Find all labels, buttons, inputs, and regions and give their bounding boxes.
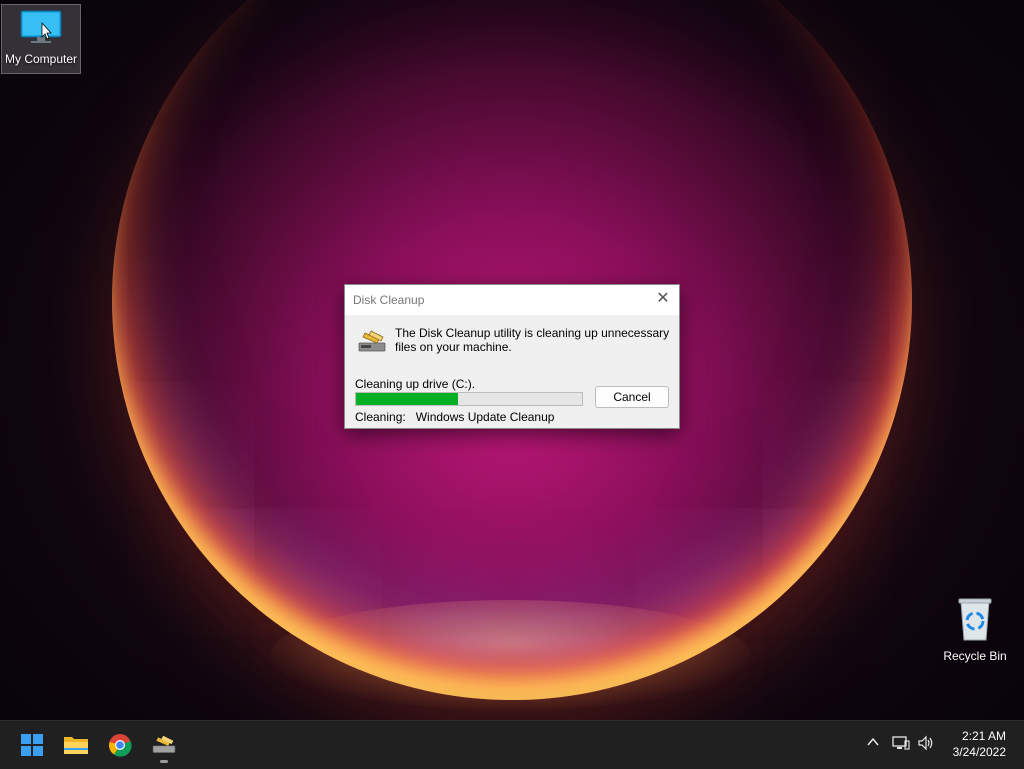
desktop-icon-my-computer[interactable]: My Computer [1, 4, 81, 74]
active-indicator [160, 760, 168, 763]
clock[interactable]: 2:21 AM 3/24/2022 [953, 728, 1006, 760]
windows-logo-icon [21, 734, 43, 756]
network-icon [892, 736, 910, 750]
clock-date: 3/24/2022 [952, 745, 1006, 759]
taskbar-disk-cleanup[interactable] [146, 727, 182, 763]
folder-icon [64, 737, 88, 754]
cleaning-item: Windows Update Cleanup [415, 410, 555, 424]
chevron-up-icon [867, 737, 879, 746]
desktop-icon-recycle-bin[interactable]: Recycle Bin [936, 596, 1014, 663]
close-icon: ✕ [656, 290, 670, 307]
clock-time: 2:21 AM [961, 729, 1006, 743]
disk-cleanup-icon [152, 735, 176, 753]
cleaning-status: Cleaning: Windows Update Cleanup [355, 410, 554, 424]
disk-cleanup-icon [358, 330, 386, 352]
dialog-title: Disk Cleanup [353, 293, 425, 307]
taskbar: 2:21 AM 3/24/2022 [0, 720, 1024, 769]
chrome-icon [108, 734, 132, 757]
taskbar-file-explorer[interactable] [58, 727, 94, 763]
desktop-icon-label: My Computer [4, 52, 78, 66]
dialog-titlebar[interactable]: Disk Cleanup ✕ [345, 285, 679, 315]
cleaning-label: Cleaning: [355, 410, 406, 424]
close-button[interactable]: ✕ [647, 285, 679, 313]
volume-button[interactable] [917, 735, 935, 754]
start-button[interactable] [14, 727, 50, 763]
recycle-bin-icon [958, 598, 992, 641]
cancel-button[interactable]: Cancel [595, 386, 669, 408]
disk-cleanup-dialog: Disk Cleanup ✕ The Disk Cleanup utility … [344, 284, 680, 429]
progress-fill [356, 393, 458, 405]
drive-label: Cleaning up drive (C:). [355, 377, 476, 391]
show-hidden-icons-button[interactable] [866, 735, 880, 752]
taskbar-chrome[interactable] [102, 727, 138, 763]
network-button[interactable] [892, 735, 910, 754]
dialog-message: The Disk Cleanup utility is cleaning up … [395, 326, 670, 354]
speaker-icon [918, 735, 933, 751]
desktop-icon-label: Recycle Bin [943, 649, 1007, 663]
monitor-icon [20, 10, 62, 43]
progress-bar [355, 392, 583, 406]
desktop-background: My Computer Recycle Bin Disk Cleanup ✕ T… [0, 0, 1024, 720]
